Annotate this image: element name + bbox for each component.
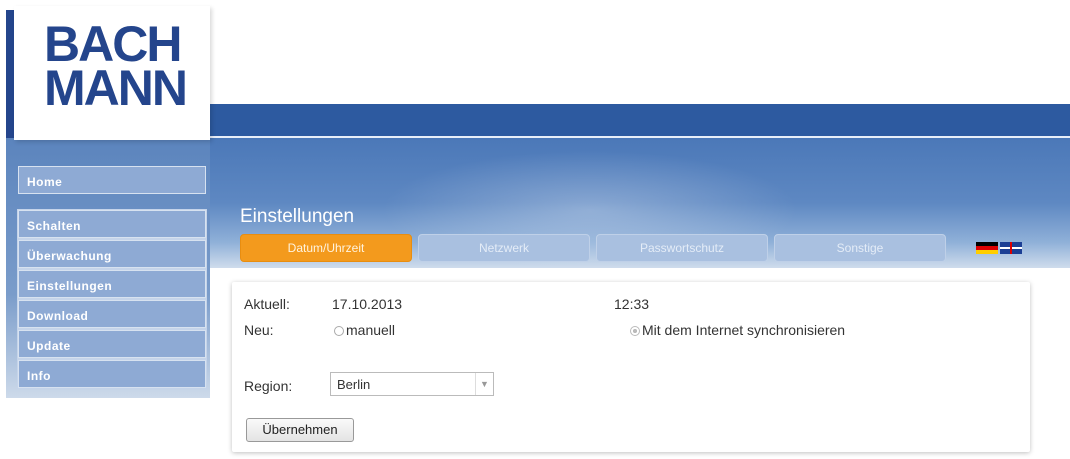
tab-datum-uhrzeit[interactable]: Datum/Uhrzeit bbox=[240, 234, 412, 262]
chevron-down-icon[interactable]: ▼ bbox=[475, 373, 493, 395]
sidebar-item-info[interactable]: Info bbox=[18, 360, 206, 388]
region-select-value: Berlin bbox=[337, 377, 371, 392]
sidebar-item-home[interactable]: Home bbox=[18, 166, 206, 194]
sidebar-item-download[interactable]: Download bbox=[18, 300, 206, 328]
sync-radio-label: Mit dem Internet synchronisieren bbox=[642, 322, 846, 338]
region-select[interactable]: Berlin ▼ bbox=[330, 372, 494, 396]
uk-flag-icon[interactable] bbox=[1000, 242, 1022, 254]
apply-button[interactable]: Übernehmen bbox=[246, 418, 354, 442]
logo-line-2: MANN bbox=[44, 60, 188, 116]
logo[interactable]: BACH MANN bbox=[14, 6, 210, 140]
tab-netzwerk[interactable]: Netzwerk bbox=[418, 234, 590, 262]
sidebar-item-update[interactable]: Update bbox=[18, 330, 206, 358]
current-date: 17.10.2013 bbox=[332, 296, 403, 312]
new-label: Neu: bbox=[244, 322, 274, 338]
brand-bar bbox=[6, 10, 14, 138]
header-band bbox=[210, 104, 1070, 136]
sync-radio[interactable] bbox=[630, 326, 640, 336]
current-time: 12:33 bbox=[614, 296, 650, 312]
manual-radio-label: manuell bbox=[346, 322, 396, 338]
current-label: Aktuell: bbox=[244, 296, 290, 312]
tab-sonstige[interactable]: Sonstige bbox=[774, 234, 946, 262]
tab-passwortschutz[interactable]: Passwortschutz bbox=[596, 234, 768, 262]
logo-text: BACH MANN bbox=[44, 19, 188, 116]
region-label: Region: bbox=[244, 378, 293, 394]
language-switcher bbox=[976, 242, 1028, 254]
sidebar-item-ueberwachung[interactable]: Überwachung bbox=[18, 240, 206, 268]
manual-radio[interactable] bbox=[334, 326, 344, 336]
sidebar-item-schalten[interactable]: Schalten bbox=[18, 210, 206, 238]
de-flag-icon[interactable] bbox=[976, 242, 998, 254]
sidebar-item-einstellungen[interactable]: Einstellungen bbox=[18, 270, 206, 298]
page-title: Einstellungen bbox=[240, 206, 355, 227]
